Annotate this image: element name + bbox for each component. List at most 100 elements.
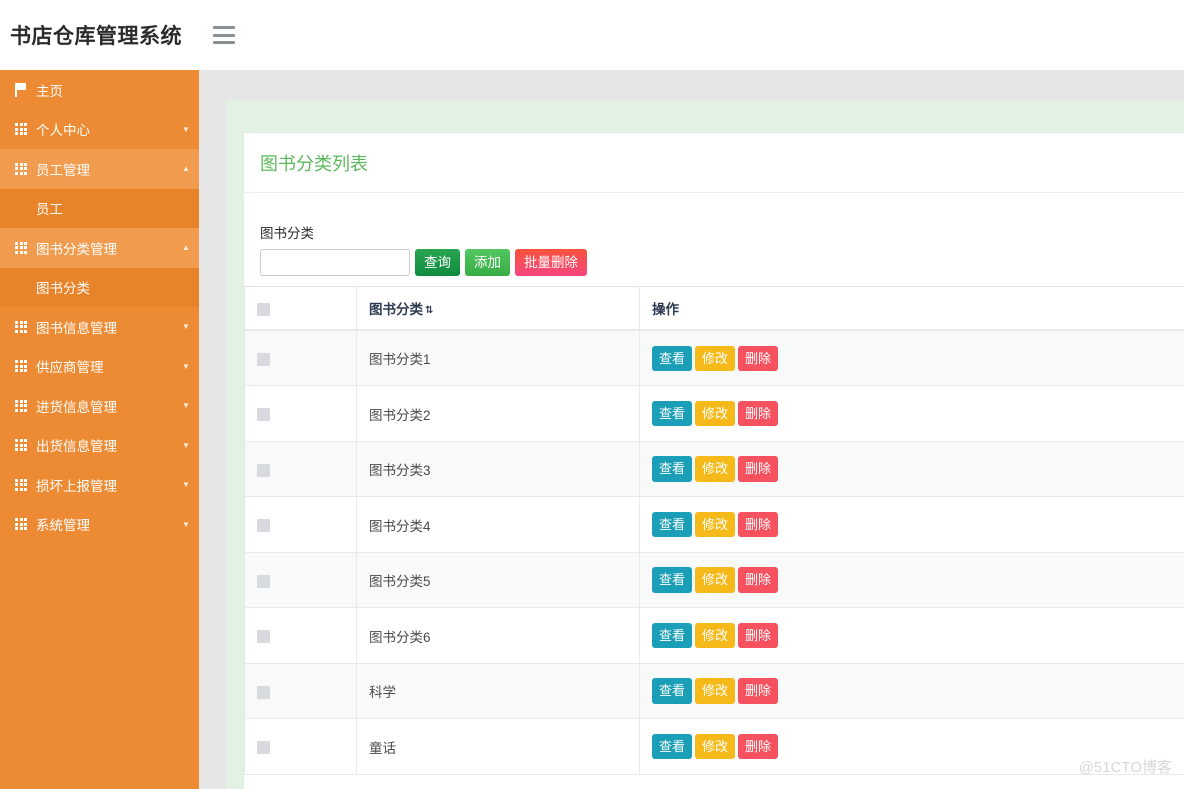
table-row: 图书分类3查看修改删除	[245, 441, 1184, 497]
row-checkbox[interactable]	[257, 575, 270, 588]
edit-button[interactable]: 修改	[695, 512, 735, 538]
edit-button[interactable]: 修改	[695, 401, 735, 427]
add-button[interactable]: 添加	[465, 249, 510, 276]
view-button[interactable]: 查看	[652, 567, 692, 593]
cell-operations: 查看修改删除	[640, 441, 1184, 497]
delete-button[interactable]: 删除	[738, 623, 778, 649]
sidebar-item-employee-management[interactable]: 员工管理 ▲	[0, 149, 199, 189]
select-all-header	[245, 286, 357, 330]
edit-button[interactable]: 修改	[695, 623, 735, 649]
sidebar-item-book-category-management[interactable]: 图书分类管理 ▲	[0, 228, 199, 268]
view-button[interactable]: 查看	[652, 456, 692, 482]
table-row: 图书分类4查看修改删除	[245, 497, 1184, 553]
edit-button[interactable]: 修改	[695, 567, 735, 593]
chevron-down-icon: ▼	[181, 480, 199, 489]
sidebar-item-purchase-info-management[interactable]: 进货信息管理 ▼	[0, 386, 199, 426]
sidebar-subitem-book-category[interactable]: 图书分类	[0, 268, 199, 308]
chevron-down-icon: ▼	[181, 401, 199, 410]
row-checkbox[interactable]	[257, 630, 270, 643]
grid-icon	[6, 163, 36, 175]
sidebar-item-personal-center[interactable]: 个人中心 ▼	[0, 110, 199, 150]
row-checkbox[interactable]	[257, 353, 270, 366]
sidebar-item-label: 进货信息管理	[36, 396, 181, 416]
row-checkbox[interactable]	[257, 519, 270, 532]
cell-category-name: 科学	[357, 663, 640, 719]
edit-button[interactable]: 修改	[695, 456, 735, 482]
chevron-down-icon: ▼	[181, 362, 199, 371]
sidebar-item-label: 出货信息管理	[36, 435, 181, 455]
cell-operations: 查看修改删除	[640, 663, 1184, 719]
cell-category-name: 童话	[357, 719, 640, 775]
row-select-cell	[245, 386, 357, 442]
row-select-cell	[245, 719, 357, 775]
grid-icon	[6, 360, 36, 372]
delete-button[interactable]: 删除	[738, 401, 778, 427]
view-button[interactable]: 查看	[652, 734, 692, 760]
row-select-cell	[245, 441, 357, 497]
edit-button[interactable]: 修改	[695, 346, 735, 372]
delete-button[interactable]: 删除	[738, 456, 778, 482]
sidebar-item-label: 员工管理	[36, 159, 181, 179]
hamburger-line	[213, 34, 235, 37]
sidebar-item-book-info-management[interactable]: 图书信息管理 ▼	[0, 307, 199, 347]
cell-operations: 查看修改删除	[640, 497, 1184, 553]
batch-delete-button[interactable]: 批量删除	[515, 249, 587, 276]
sidebar-item-system-management[interactable]: 系统管理 ▼	[0, 505, 199, 545]
sidebar-item-label: 系统管理	[36, 514, 181, 534]
grid-icon	[6, 479, 36, 491]
table-row: 图书分类1查看修改删除	[245, 330, 1184, 386]
sidebar-item-shipment-info-management[interactable]: 出货信息管理 ▼	[0, 426, 199, 466]
search-input[interactable]	[260, 249, 410, 276]
delete-button[interactable]: 删除	[738, 567, 778, 593]
view-button[interactable]: 查看	[652, 346, 692, 372]
chevron-down-icon: ▼	[181, 322, 199, 331]
panel-wrapper: 图书分类列表 图书分类 查询 添加 批量删除	[226, 100, 1184, 789]
search-field-label: 图书分类	[260, 222, 1184, 242]
table-row: 童话查看修改删除	[245, 719, 1184, 775]
delete-button[interactable]: 删除	[738, 678, 778, 704]
menu-toggle-icon[interactable]	[213, 26, 235, 44]
sidebar-item-supplier-management[interactable]: 供应商管理 ▼	[0, 347, 199, 387]
table-row: 图书分类6查看修改删除	[245, 608, 1184, 664]
row-checkbox[interactable]	[257, 464, 270, 477]
grid-icon	[6, 518, 36, 530]
cell-operations: 查看修改删除	[640, 386, 1184, 442]
row-select-cell	[245, 663, 357, 719]
delete-button[interactable]: 删除	[738, 734, 778, 760]
grid-icon	[6, 400, 36, 412]
chevron-up-icon: ▲	[181, 164, 199, 173]
view-button[interactable]: 查看	[652, 401, 692, 427]
row-select-cell	[245, 608, 357, 664]
delete-button[interactable]: 删除	[738, 512, 778, 538]
query-button[interactable]: 查询	[415, 249, 460, 276]
view-button[interactable]: 查看	[652, 678, 692, 704]
view-button[interactable]: 查看	[652, 512, 692, 538]
chevron-up-icon: ▲	[181, 243, 199, 252]
row-checkbox[interactable]	[257, 686, 270, 699]
sidebar-item-home[interactable]: 主页	[0, 70, 199, 110]
top-bar: 书店仓库管理系统	[0, 0, 1184, 70]
cell-operations: 查看修改删除	[640, 608, 1184, 664]
application-root: 书店仓库管理系统 主页 个人中心 ▼ 员工管理 ▲ 员工 图书分类管理 ▲	[0, 0, 1184, 789]
page-title: 图书分类列表	[244, 133, 1184, 193]
sort-icon[interactable]: ⇅	[425, 306, 433, 316]
table-row: 图书分类5查看修改删除	[245, 552, 1184, 608]
sidebar-item-label: 图书分类管理	[36, 238, 181, 258]
row-checkbox[interactable]	[257, 741, 270, 754]
delete-button[interactable]: 删除	[738, 346, 778, 372]
view-button[interactable]: 查看	[652, 623, 692, 649]
select-all-checkbox[interactable]	[257, 303, 270, 316]
hamburger-line	[213, 41, 235, 44]
cell-category-name: 图书分类3	[357, 441, 640, 497]
edit-button[interactable]: 修改	[695, 678, 735, 704]
cell-category-name: 图书分类2	[357, 386, 640, 442]
edit-button[interactable]: 修改	[695, 734, 735, 760]
book-category-table: 图书分类⇅ 操作 图书分类1查看修改删除图书分类2查看修改删除图书分类3查看修改…	[244, 286, 1184, 775]
cell-category-name: 图书分类1	[357, 330, 640, 386]
row-checkbox[interactable]	[257, 408, 270, 421]
column-header-name[interactable]: 图书分类⇅	[357, 286, 640, 330]
cell-operations: 查看修改删除	[640, 330, 1184, 386]
chevron-down-icon: ▼	[181, 125, 199, 134]
sidebar-item-damage-report-management[interactable]: 损坏上报管理 ▼	[0, 465, 199, 505]
sidebar-subitem-employee[interactable]: 员工	[0, 189, 199, 229]
